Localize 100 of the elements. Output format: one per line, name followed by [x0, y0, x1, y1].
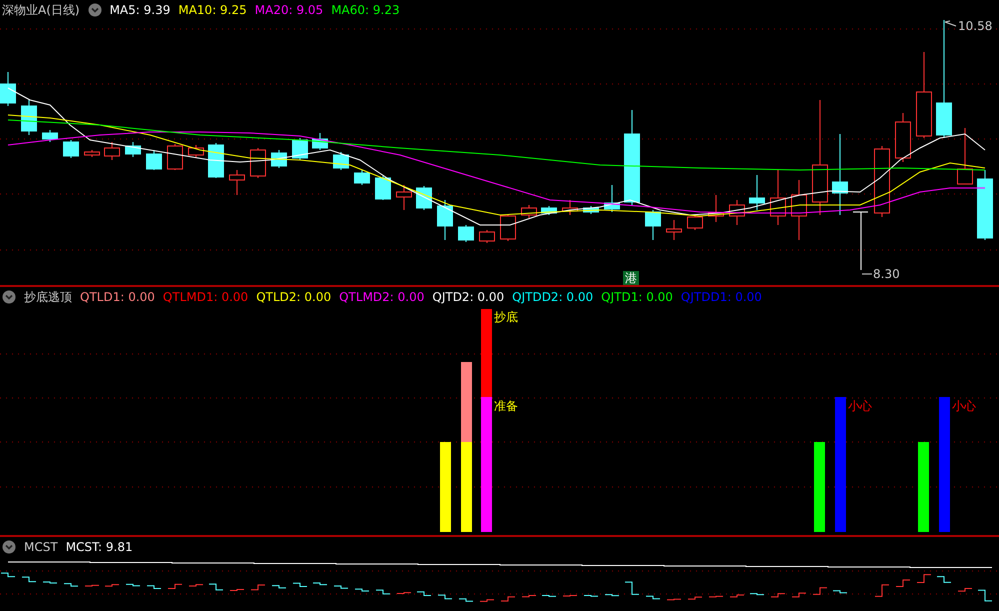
- candlestick: [229, 170, 245, 196]
- cost-step: [438, 594, 452, 600]
- price-label: 8.30: [873, 267, 900, 281]
- cost-step: [542, 594, 556, 597]
- candlestick: [749, 174, 765, 210]
- indicator-value: MA60: 9.23: [331, 2, 400, 19]
- cost-step: [832, 590, 848, 594]
- candlestick: [333, 152, 349, 170]
- candlestick: [666, 220, 682, 240]
- candlestick: [770, 170, 786, 226]
- candlestick: [500, 214, 516, 242]
- candlestick: [292, 138, 308, 160]
- cost-step: [624, 582, 640, 595]
- cost-step: [458, 598, 474, 602]
- candlestick: [852, 212, 868, 270]
- cost-step: [146, 585, 162, 589]
- cost-step: [354, 588, 370, 592]
- candlestick: [479, 230, 495, 244]
- candlestick: [125, 142, 141, 158]
- cost-step: [292, 582, 308, 587]
- cost-step: [750, 593, 764, 596]
- candlestick: [874, 146, 890, 218]
- cost-step: [22, 576, 36, 582]
- candlestick: [104, 142, 120, 160]
- candlestick: [541, 206, 557, 216]
- cost-step: [42, 581, 58, 584]
- cost-step: [646, 596, 660, 600]
- candlestick: [312, 132, 328, 150]
- cost-step: [730, 594, 744, 598]
- cost-step: [978, 590, 992, 602]
- leader-line: [944, 20, 956, 26]
- cost-step: [188, 584, 204, 586]
- cost-step: [896, 580, 910, 587]
- indicator-value: QJTDD1: 0.00: [680, 289, 762, 306]
- cost-step: [792, 592, 806, 598]
- cost-step: [480, 599, 494, 602]
- indicator-value: QTLD1: 0.00: [80, 289, 155, 306]
- cost-step: [208, 584, 224, 590]
- cost-step: [500, 596, 516, 602]
- candlestick: [957, 128, 973, 184]
- cost-step: [0, 572, 16, 578]
- candlestick: [729, 200, 745, 226]
- candlestick: [396, 184, 412, 210]
- cost-step: [562, 594, 578, 597]
- price-label: 10.58: [958, 20, 992, 33]
- candlestick: [188, 144, 204, 158]
- cost-step: [874, 584, 890, 597]
- indicator-value: QJTD2: 0.00: [432, 289, 504, 306]
- indicator-value: QJTD1: 0.00: [601, 289, 673, 306]
- indicator-value: QJTDD2: 0.00: [512, 289, 594, 306]
- collapse-icon[interactable]: [2, 540, 16, 554]
- cost-step: [916, 574, 932, 584]
- cost-step: [312, 582, 328, 586]
- candlestick: [416, 186, 432, 210]
- cost-step: [272, 585, 286, 588]
- candlestick: [583, 206, 599, 214]
- cost-step: [584, 594, 598, 597]
- cost-step: [936, 576, 952, 583]
- candlestick: [208, 142, 224, 178]
- candlestick: [791, 180, 807, 240]
- indicator-value: MA20: 9.05: [254, 2, 324, 19]
- candlestick: [437, 200, 453, 240]
- cost-step: [958, 588, 972, 592]
- collapse-icon[interactable]: [88, 3, 102, 17]
- indicator-value: MA5: 9.39: [110, 2, 170, 19]
- candlestick: [146, 150, 162, 170]
- candlestick: [687, 214, 703, 230]
- collapse-icon[interactable]: [2, 290, 16, 304]
- candlestick: [895, 112, 911, 162]
- cost-step: [168, 584, 182, 589]
- candlestick: [977, 170, 993, 240]
- panel-title: MCST: [24, 539, 58, 556]
- cost-step: [770, 593, 786, 598]
- indicator-value: MCST: 9.81: [66, 539, 133, 556]
- cost-step: [416, 591, 432, 596]
- candlestick: [562, 200, 578, 216]
- candlestick: [250, 148, 266, 178]
- candlestick: [354, 170, 370, 186]
- indicator-value: QTLD2: 0.00: [256, 289, 332, 306]
- candlestick: [604, 184, 620, 212]
- cost-step: [334, 585, 348, 589]
- cost-step: [104, 584, 120, 587]
- panel-title: 抄底逃顶: [24, 289, 72, 306]
- signal-label: 准备: [494, 399, 518, 413]
- signal-label: 小心: [952, 399, 976, 413]
- cost-step: [688, 596, 702, 600]
- cost-step: [126, 584, 140, 586]
- panel-title: 深物业A(日线): [2, 2, 80, 19]
- indicator-value: QTLMD1: 0.00: [162, 289, 248, 306]
- cost-step: [812, 587, 828, 595]
- cost-step: [604, 594, 620, 596]
- candlestick: [0, 72, 16, 106]
- candlestick: [84, 150, 100, 158]
- candlestick: [42, 130, 58, 142]
- candlestick: [63, 140, 79, 158]
- candlestick: [167, 144, 183, 170]
- cost-step: [250, 584, 266, 590]
- cost-step: [376, 590, 390, 594]
- signal-label: 小心: [848, 399, 872, 413]
- candlestick: [645, 210, 661, 240]
